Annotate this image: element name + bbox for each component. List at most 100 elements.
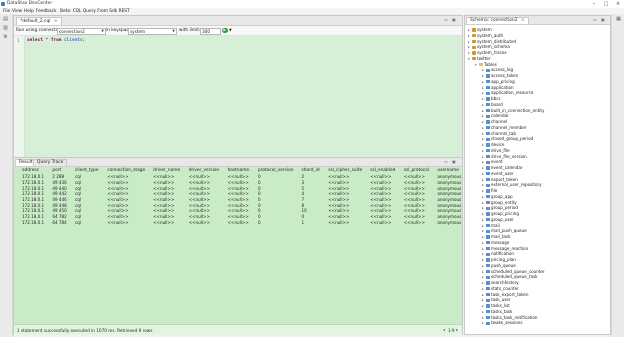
menu-file[interactable]: File bbox=[3, 9, 10, 14]
tree-label: system_auth bbox=[477, 32, 504, 38]
table-cell: <<null>> bbox=[370, 219, 392, 225]
results-table: address port client_type connection_stage dr… bbox=[14, 167, 462, 225]
table-icon bbox=[486, 229, 490, 233]
table-cell: <<null>> bbox=[403, 219, 425, 225]
minimize-view-icon[interactable]: ▭ bbox=[444, 17, 448, 22]
tree-label: access_token bbox=[491, 73, 519, 78]
maximize-view-icon[interactable]: ▣ bbox=[452, 17, 456, 22]
maximize-icon[interactable]: □ bbox=[600, 0, 612, 8]
column-header[interactable]: hostname bbox=[219, 167, 251, 174]
column-header[interactable]: driver_version bbox=[180, 167, 220, 174]
tree-label: tasks_task_notification bbox=[491, 314, 538, 320]
tree-label: channel_tab bbox=[491, 130, 516, 136]
schema-tree: ▸ system ▸ system_auth ▸ system_distributed ▸ s… bbox=[465, 25, 610, 334]
tree-label: stats_counter bbox=[491, 285, 519, 291]
tree-label: mail_task bbox=[491, 234, 511, 239]
minimize-view-icon[interactable]: ▭ bbox=[593, 17, 597, 22]
table-icon bbox=[486, 137, 490, 141]
tree-label: board bbox=[491, 101, 503, 107]
table-cell: cql bbox=[74, 219, 81, 225]
column-header[interactable]: driver_name bbox=[145, 167, 181, 174]
results-grid[interactable]: address port client_type connection_stage dr… bbox=[14, 167, 462, 324]
line-gutter: 1 bbox=[14, 36, 25, 157]
table-icon bbox=[486, 304, 490, 308]
table-icon bbox=[486, 195, 490, 199]
table-icon bbox=[486, 287, 490, 291]
tree-label: channel bbox=[491, 119, 508, 124]
column-header[interactable]: ssl_protocol bbox=[395, 167, 430, 174]
table-icon bbox=[486, 315, 490, 320]
tree-label: notification bbox=[491, 251, 515, 257]
close-icon[interactable]: × bbox=[612, 0, 624, 8]
table-icon bbox=[486, 212, 490, 216]
table-icon bbox=[486, 172, 490, 176]
tree-label: mail bbox=[491, 222, 500, 228]
menu-beta-rest[interactable]: Beta: CQL Query From Sdk REST bbox=[60, 9, 130, 14]
tab-schema[interactable]: Schema: connection2 × bbox=[466, 16, 529, 24]
table-cell: <<null>> bbox=[188, 219, 210, 225]
perspective-icon[interactable]: ▦ bbox=[615, 16, 622, 23]
table-icon bbox=[486, 275, 490, 279]
new-file-icon[interactable]: ▤ bbox=[2, 16, 9, 23]
code-editor[interactable]: 1 select * from clients; bbox=[14, 36, 462, 157]
connection-icon[interactable]: ⚙ bbox=[2, 34, 9, 41]
tree-label: drive_file_version bbox=[491, 153, 527, 159]
column-header[interactable]: ssl_cipher_suite bbox=[320, 167, 363, 174]
table-icon bbox=[486, 281, 490, 285]
table-icon bbox=[486, 103, 490, 107]
table-icon bbox=[486, 131, 490, 136]
menu-view[interactable]: View bbox=[12, 9, 22, 14]
column-header[interactable]: username bbox=[429, 167, 462, 174]
minimize-icon[interactable]: – bbox=[588, 0, 600, 8]
tree-label: app_pricing bbox=[491, 78, 515, 84]
tree-label: searchhistory bbox=[491, 280, 519, 285]
connection-select[interactable]: connection2 ▼ bbox=[57, 27, 106, 35]
folder-icon bbox=[479, 62, 483, 67]
maximize-view-icon[interactable]: ▣ bbox=[601, 17, 605, 22]
column-header[interactable]: protocol_version bbox=[250, 167, 294, 174]
menu-feedback[interactable]: Feedback bbox=[36, 9, 56, 14]
tab-default-2-cql[interactable]: *default_2.cql × bbox=[16, 17, 62, 25]
column-header[interactable]: port bbox=[44, 167, 67, 174]
tree-label: channel_member bbox=[491, 124, 527, 130]
keyspace-select[interactable]: system ▼ bbox=[128, 27, 177, 35]
close-tab-icon[interactable]: × bbox=[54, 19, 58, 24]
column-header[interactable]: address bbox=[14, 167, 45, 174]
column-header[interactable]: ssl_enabled bbox=[362, 167, 396, 174]
code-star: * bbox=[42, 37, 51, 43]
tree-label: access_log bbox=[491, 67, 514, 73]
tab-query-trace[interactable]: Query Trace bbox=[33, 158, 68, 166]
next-page-icon[interactable]: ▸ bbox=[456, 327, 458, 332]
tree-label: push_queue bbox=[491, 262, 516, 268]
tree-label: export_token bbox=[491, 176, 518, 182]
tree-table[interactable]: ▸ twake_sessions bbox=[482, 320, 523, 326]
close-tab-icon[interactable]: × bbox=[521, 18, 525, 23]
chevron-down-icon: ▼ bbox=[172, 28, 175, 33]
column-header[interactable]: connection_stage bbox=[99, 167, 146, 174]
minimize-view-icon[interactable]: ▭ bbox=[444, 159, 448, 164]
table-icon bbox=[486, 206, 490, 210]
menu-bar: File View Help Feedback Beta: CQL Query … bbox=[0, 8, 624, 14]
column-header[interactable]: client_type bbox=[66, 167, 100, 174]
schema-pane: Schema: connection2 × ▭ ▣ ▸ system ▸ system… bbox=[464, 15, 611, 335]
keyword-from: from bbox=[50, 37, 62, 43]
table-row[interactable]: 172.18.0.1 64 784 cql <<null>> <<null>> <<nul… bbox=[14, 220, 462, 226]
window-title: DataStax DevCenter bbox=[7, 1, 53, 6]
run-options-chevron-icon[interactable]: ▼ bbox=[229, 28, 232, 32]
editor-pane: *default_2.cql × ▭ ▣ Run using connectio… bbox=[13, 15, 463, 158]
tree-label: drive_file bbox=[491, 147, 510, 153]
open-file-icon[interactable]: ▥ bbox=[2, 25, 9, 32]
table-cell: 1 bbox=[301, 219, 305, 225]
status-message: 1 statement successfully executed in 107… bbox=[17, 327, 153, 333]
table-icon bbox=[486, 85, 490, 90]
limit-input[interactable]: 300 bbox=[200, 27, 221, 35]
menu-help[interactable]: Help bbox=[24, 9, 34, 14]
run-button[interactable]: ▶ bbox=[222, 27, 228, 33]
maximize-view-icon[interactable]: ▣ bbox=[452, 159, 456, 164]
tree-label: scheduled_queue_counter bbox=[491, 268, 545, 274]
left-toolbar: ▤ ▥ ⚙ bbox=[0, 14, 13, 337]
prev-page-icon[interactable]: ◂ bbox=[443, 327, 445, 332]
column-header[interactable]: shard_id bbox=[293, 167, 321, 174]
editor-tab-label: *default_2.cql bbox=[20, 19, 51, 24]
connection-value: connection2 bbox=[59, 28, 85, 34]
